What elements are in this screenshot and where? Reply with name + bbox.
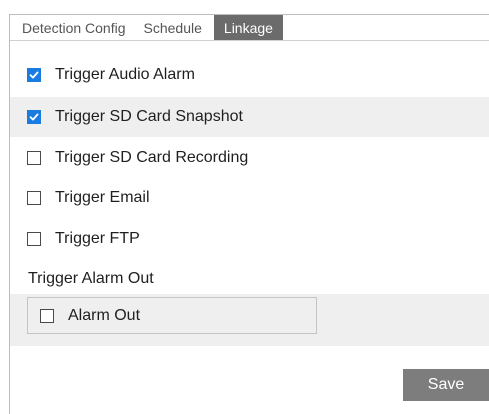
- trigger-sd-card-snapshot-checkbox[interactable]: [27, 110, 41, 124]
- trigger-ftp-label: Trigger FTP: [55, 230, 140, 247]
- option-row-trigger-sd-card-snapshot[interactable]: Trigger SD Card Snapshot: [10, 97, 489, 137]
- tab-detection-config[interactable]: Detection Config: [10, 15, 135, 40]
- trigger-email-checkbox[interactable]: [27, 191, 41, 205]
- trigger-audio-alarm-checkbox[interactable]: [27, 68, 41, 82]
- checkmark-icon: [29, 113, 39, 121]
- option-row-trigger-email[interactable]: Trigger Email: [10, 178, 489, 218]
- tab-schedule[interactable]: Schedule: [135, 15, 211, 40]
- option-row-trigger-sd-card-recording[interactable]: Trigger SD Card Recording: [10, 138, 489, 178]
- trigger-sd-card-recording-label: Trigger SD Card Recording: [55, 149, 249, 166]
- trigger-alarm-out-heading: Trigger Alarm Out: [28, 270, 154, 287]
- save-button[interactable]: Save: [403, 369, 489, 401]
- checkmark-icon: [29, 71, 39, 79]
- tab-linkage[interactable]: Linkage: [213, 15, 283, 40]
- trigger-ftp-checkbox[interactable]: [27, 232, 41, 246]
- alarm-out-checkbox[interactable]: [40, 308, 54, 323]
- trigger-sd-card-snapshot-label: Trigger SD Card Snapshot: [55, 108, 243, 125]
- alarm-out-label: Alarm Out: [68, 306, 141, 324]
- trigger-sd-card-recording-checkbox[interactable]: [27, 151, 41, 165]
- option-row-trigger-ftp[interactable]: Trigger FTP: [10, 219, 489, 259]
- tab-bar: Detection Config Schedule Linkage: [10, 15, 489, 41]
- alarm-out-item[interactable]: Alarm Out: [27, 297, 317, 334]
- trigger-audio-alarm-label: Trigger Audio Alarm: [55, 66, 195, 83]
- option-row-trigger-audio-alarm[interactable]: Trigger Audio Alarm: [10, 55, 489, 95]
- trigger-email-label: Trigger Email: [55, 189, 150, 206]
